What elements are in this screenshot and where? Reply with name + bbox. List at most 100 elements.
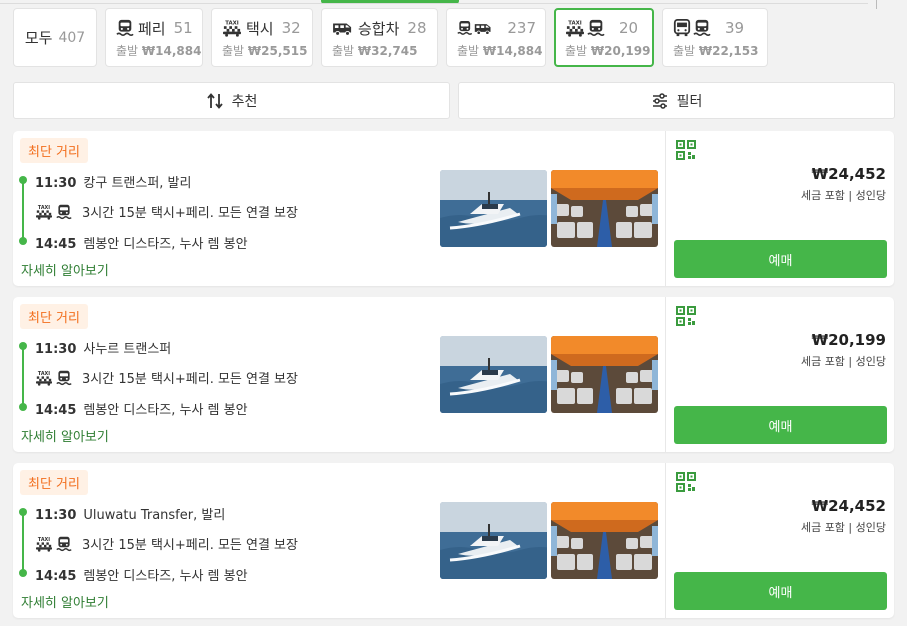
tax-note: 세금 포함 | 성인당 — [800, 189, 886, 202]
arrive-place: 렘봉안 디스타즈, 누사 렘 봉안 — [83, 569, 248, 584]
cabin-photo[interactable] — [551, 502, 658, 579]
filter-van[interactable]: 승합차 28 출발 ₩32,745 — [321, 8, 438, 67]
depart-dot — [19, 508, 27, 516]
bus-icon — [673, 19, 691, 37]
price-prefix: 출발 — [116, 44, 139, 58]
filter-button[interactable]: 필터 — [458, 82, 895, 119]
ferry-photo[interactable] — [440, 336, 547, 413]
arrive-place: 렘봉안 디스타즈, 누사 렘 봉안 — [83, 237, 248, 252]
filter-label: 필터 — [676, 93, 703, 110]
filter-all[interactable]: 모두 407 — [13, 8, 97, 67]
taxi-icon — [35, 204, 53, 220]
ferry-icon — [56, 204, 72, 220]
taxi-icon — [35, 536, 53, 552]
route-line — [22, 511, 24, 573]
trip-duration: 3시간 15분 택시+페리. 모든 연결 보장 — [82, 206, 298, 221]
ferry-icon — [116, 19, 134, 37]
filter-taxi-ferry-count: 20 — [619, 19, 639, 37]
filter-bus-ferry-price: ₩22,153 — [698, 44, 759, 58]
book-button[interactable]: 예매 — [674, 240, 887, 278]
scrollbar[interactable] — [876, 0, 877, 9]
filter-taxi-count: 32 — [281, 19, 301, 37]
route-line — [22, 345, 24, 407]
price-prefix: 출발 — [332, 44, 355, 58]
tax-note: 세금 포함 | 성인당 — [800, 521, 886, 534]
taxi-icon — [222, 19, 242, 37]
filter-taxi-ferry[interactable]: 20 출발 ₩20,199 — [554, 8, 654, 67]
filter-ferry-label: 페리 — [138, 19, 166, 38]
book-button[interactable]: 예매 — [674, 406, 887, 444]
filter-ferry-van[interactable]: 237 출발 ₩14,884 — [446, 8, 546, 67]
filter-ferry-van-count: 237 — [507, 19, 536, 37]
learn-more-link[interactable]: 자세히 알아보기 — [21, 260, 109, 279]
ferry-icon — [693, 19, 711, 37]
filter-van-label: 승합차 — [358, 19, 400, 38]
filter-van-count: 28 — [407, 19, 427, 37]
depart-dot — [19, 342, 27, 350]
arrive-time: 14:45 — [35, 237, 77, 252]
sort-filter-bar: 추천 필터 — [13, 82, 895, 119]
trip-card: 최단 거리 11:30 사누르 트랜스퍼 3시간 15분 택시+페리. 모든 연결… — [13, 297, 894, 452]
arrive-dot — [19, 237, 27, 245]
taxi-icon — [565, 19, 585, 37]
trip-price: ₩24,452 — [811, 497, 886, 515]
depart-time: 11:30 — [35, 342, 77, 357]
trip-duration: 3시간 15분 택시+페리. 모든 연결 보장 — [82, 372, 298, 387]
card-divider — [665, 463, 666, 618]
depart-time: 11:30 — [35, 508, 77, 523]
arrive-dot — [19, 569, 27, 577]
shortest-badge: 최단 거리 — [20, 138, 88, 163]
card-divider — [665, 131, 666, 286]
cabin-photo[interactable] — [551, 336, 658, 413]
filter-taxi-ferry-price: ₩20,199 — [590, 44, 651, 58]
price-prefix: 출발 — [222, 44, 245, 58]
tax-note: 세금 포함 | 성인당 — [800, 355, 886, 368]
filter-taxi[interactable]: 택시 32 출발 ₩25,515 — [211, 8, 313, 67]
sort-arrows-icon — [206, 92, 223, 109]
arrive-dot — [19, 403, 27, 411]
sliders-icon — [652, 92, 667, 109]
card-divider — [665, 297, 666, 452]
ferry-icon — [56, 536, 72, 552]
arrive-place: 렘봉안 디스타즈, 누사 렘 봉안 — [83, 403, 248, 418]
taxi-icon — [35, 370, 53, 386]
trip-duration: 3시간 15분 택시+페리. 모든 연결 보장 — [82, 538, 298, 553]
arrive-time: 14:45 — [35, 403, 77, 418]
filter-ferry-price: ₩14,884 — [141, 44, 202, 58]
route-line — [22, 179, 24, 241]
ferry-photo[interactable] — [440, 502, 547, 579]
tab-divider — [0, 3, 868, 4]
price-prefix: 출발 — [673, 44, 696, 58]
learn-more-link[interactable]: 자세히 알아보기 — [21, 426, 109, 445]
filter-taxi-label: 택시 — [246, 19, 274, 38]
filter-all-label: 모두 — [24, 29, 53, 47]
filter-taxi-price: ₩25,515 — [247, 44, 308, 58]
filter-ferry-count: 51 — [173, 19, 193, 37]
qr-code-icon — [676, 140, 696, 160]
ferry-photo[interactable] — [440, 170, 547, 247]
filter-all-count: 407 — [58, 29, 86, 46]
qr-code-icon — [676, 472, 696, 492]
filter-bus-ferry-count: 39 — [725, 19, 745, 37]
price-prefix: 출발 — [565, 44, 588, 58]
book-button[interactable]: 예매 — [674, 572, 887, 610]
ferry-icon — [587, 19, 605, 37]
arrive-time: 14:45 — [35, 569, 77, 584]
filter-ferry[interactable]: 페리 51 출발 ₩14,884 — [105, 8, 203, 67]
depart-place: Uluwatu Transfer, 발리 — [83, 508, 226, 523]
price-prefix: 출발 — [457, 44, 480, 58]
depart-place: 사누르 트랜스퍼 — [83, 342, 172, 357]
qr-code-icon — [676, 306, 696, 326]
filter-bus-ferry[interactable]: 39 출발 ₩22,153 — [662, 8, 768, 67]
van-icon — [332, 19, 354, 37]
sort-button[interactable]: 추천 — [13, 82, 450, 119]
learn-more-link[interactable]: 자세히 알아보기 — [21, 592, 109, 611]
transport-filter-bar: 모두 407 페리 51 출발 ₩14,884 택시 32 출발 ₩25,515… — [13, 8, 768, 67]
depart-dot — [19, 176, 27, 184]
shortest-badge: 최단 거리 — [20, 304, 88, 329]
depart-place: 캉구 트랜스퍼, 발리 — [83, 176, 192, 191]
cabin-photo[interactable] — [551, 170, 658, 247]
ferry-icon — [56, 370, 72, 386]
trip-card: 최단 거리 11:30 캉구 트랜스퍼, 발리 3시간 15분 택시+페리. 모든… — [13, 131, 894, 286]
sort-label: 추천 — [231, 93, 258, 110]
